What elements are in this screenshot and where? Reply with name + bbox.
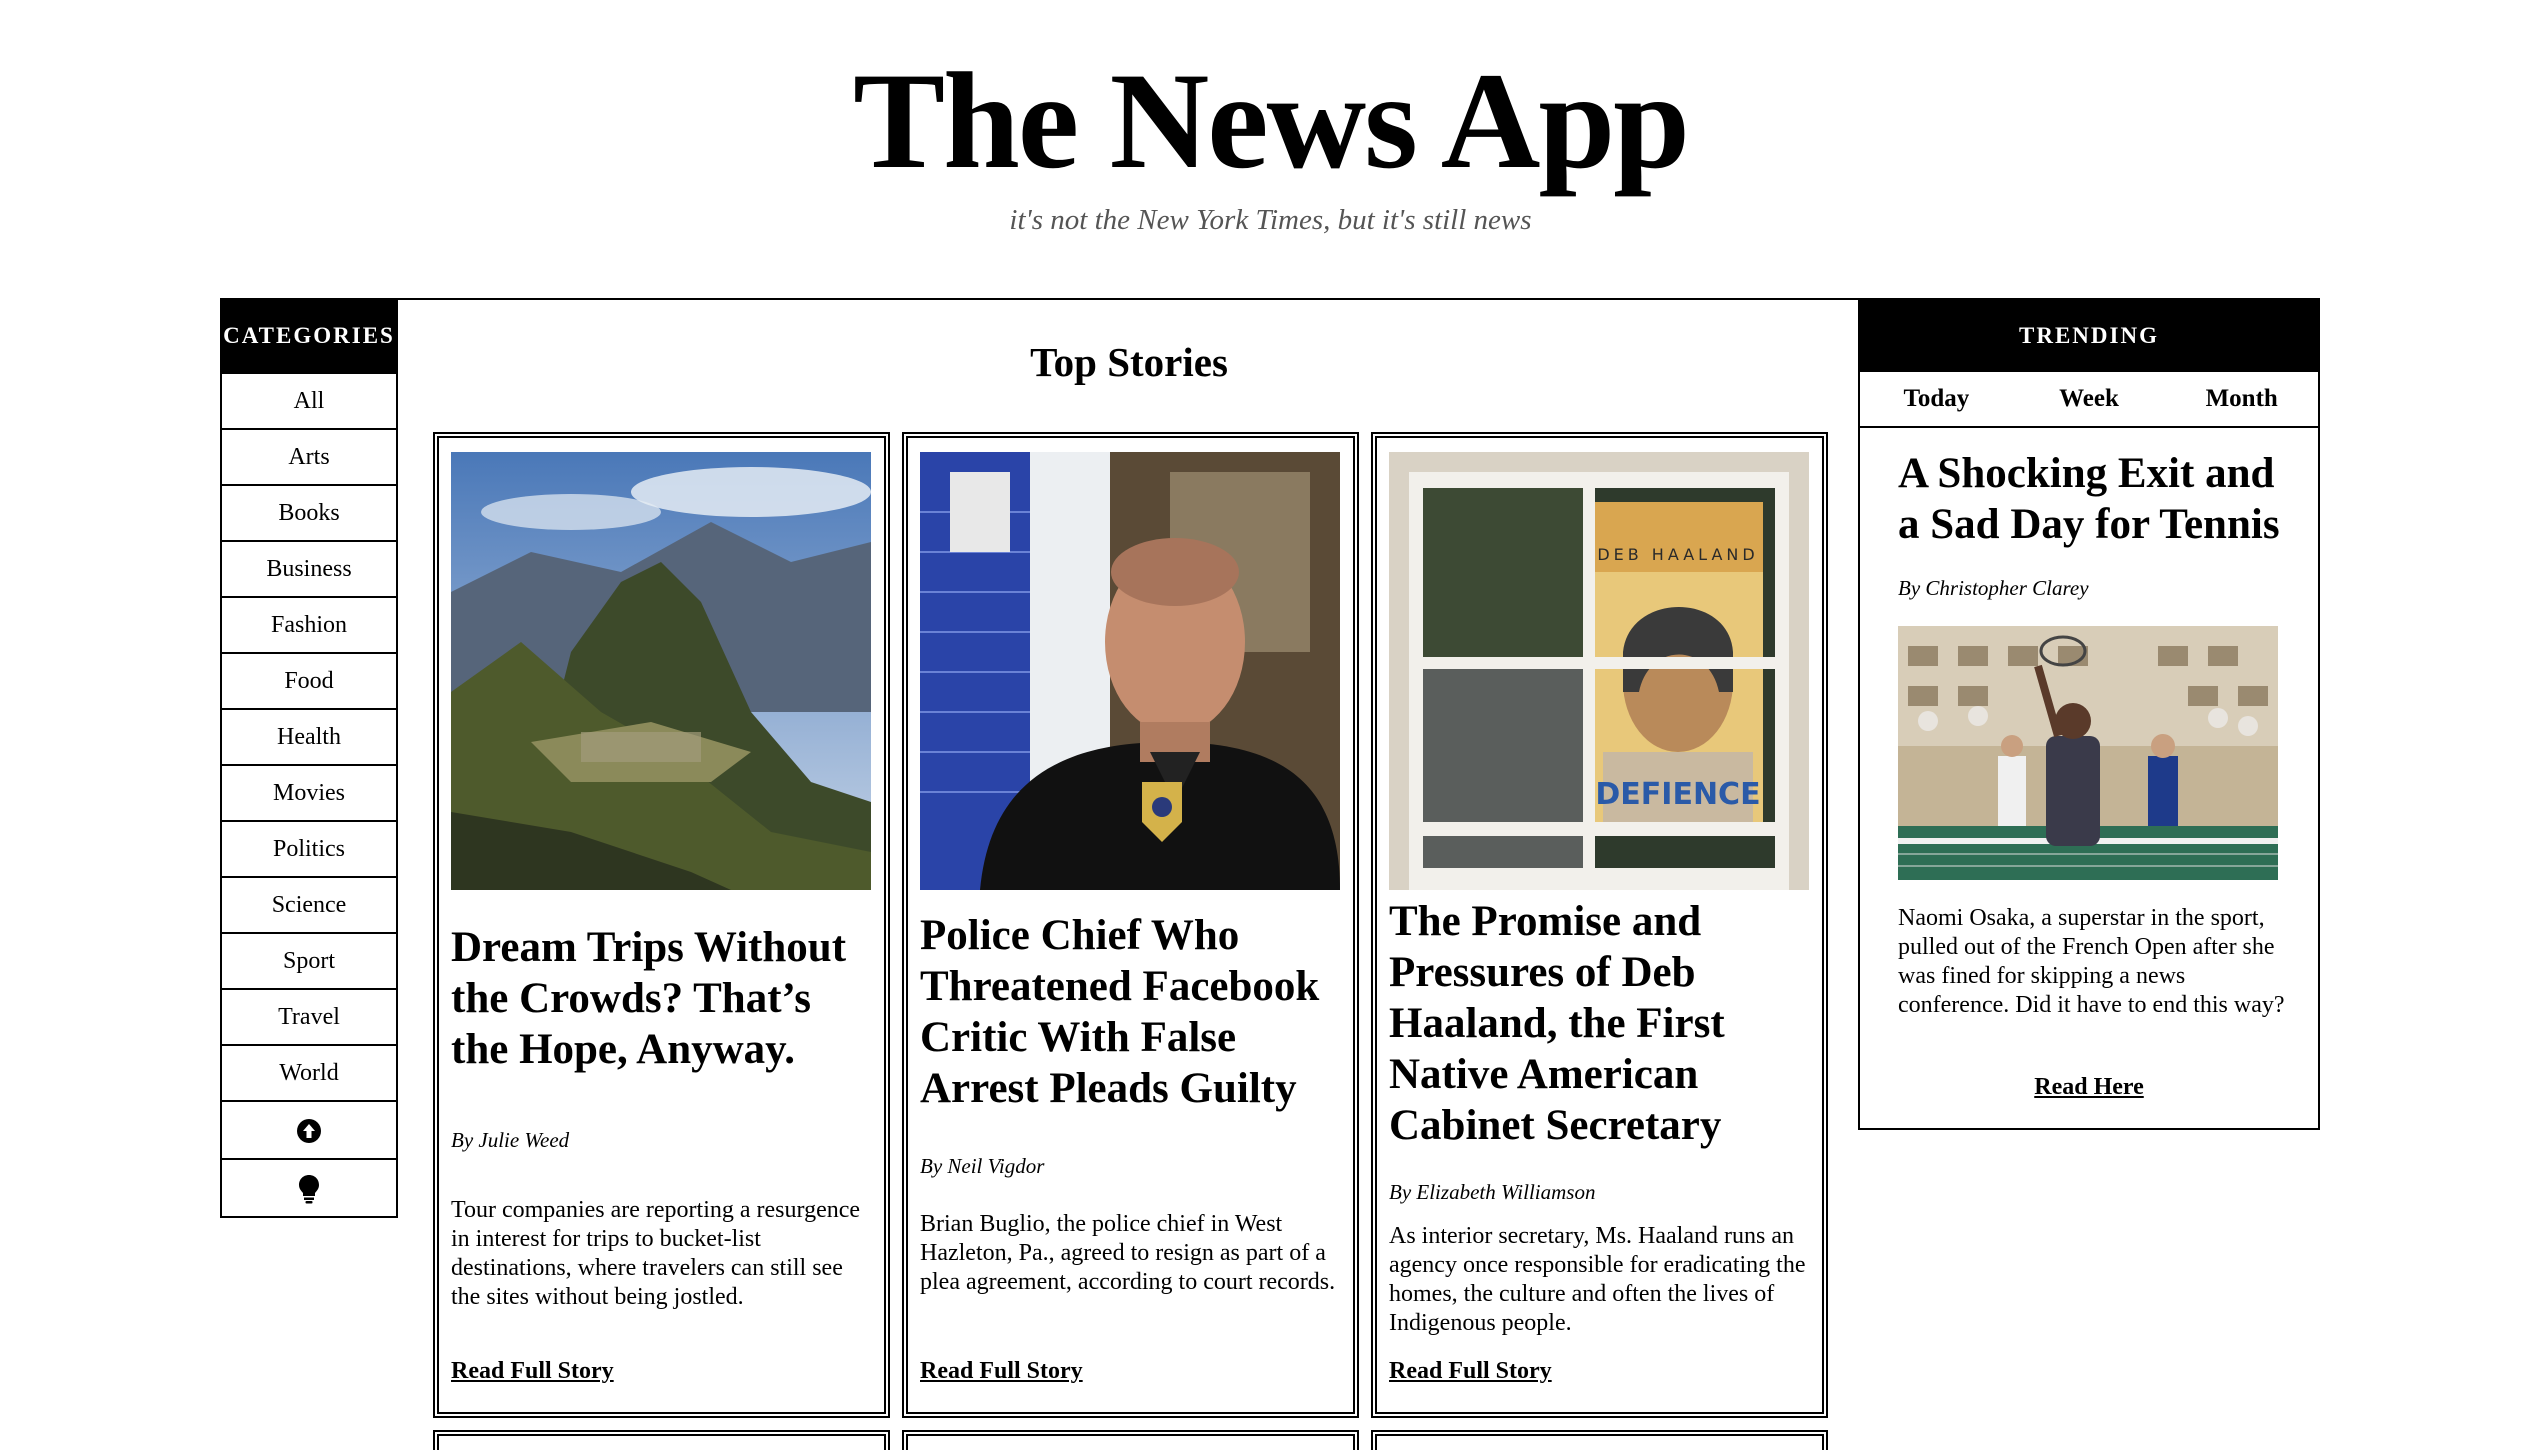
category-fashion[interactable]: Fashion <box>222 596 396 652</box>
site-title: The News App <box>853 44 1690 197</box>
category-movies[interactable]: Movies <box>222 764 396 820</box>
trending-headline[interactable]: A Shocking Exit and a Sad Day for Tennis <box>1898 448 2298 550</box>
read-full-story-link[interactable]: Read Full Story <box>920 1358 1083 1385</box>
story-summary: As interior secretary, Ms. Haaland runs … <box>1389 1223 1806 1336</box>
category-travel[interactable]: Travel <box>222 988 396 1044</box>
category-all[interactable]: All <box>222 372 396 428</box>
trending-summary: Naomi Osaka, a superstar in the sport, p… <box>1898 905 2285 1018</box>
story-summary: Tour companies are reporting a resurgenc… <box>451 1197 861 1310</box>
tab-month[interactable]: Month <box>2165 372 2318 426</box>
read-full-story-link[interactable]: Read Full Story <box>451 1358 614 1385</box>
story-headline[interactable]: Police Chief Who Threatened Facebook Cri… <box>920 910 1345 1114</box>
category-books[interactable]: Books <box>222 484 396 540</box>
site-tagline: it's not the New York Times, but it's st… <box>1009 204 1532 236</box>
read-here-link[interactable]: Read Here <box>1860 1074 2318 1101</box>
trending-heading: TRENDING <box>1860 300 2318 372</box>
theme-toggle-button[interactable] <box>222 1158 396 1216</box>
story-card: Police Chief Who Threatened Facebook Cri… <box>902 432 1359 1418</box>
police-chief-photo <box>920 452 1340 890</box>
category-politics[interactable]: Politics <box>222 820 396 876</box>
poster-top-text: DEB HAALAND <box>1597 545 1758 564</box>
story-card <box>433 1430 890 1450</box>
scroll-top-button[interactable] <box>222 1100 396 1158</box>
tab-today[interactable]: Today <box>1860 372 2013 426</box>
category-sport[interactable]: Sport <box>222 932 396 988</box>
trending-tabs: Today Week Month <box>1860 372 2318 428</box>
story-byline: By Neil Vigdor <box>920 1154 1045 1178</box>
categories-heading: CATEGORIES <box>222 300 396 372</box>
category-arts[interactable]: Arts <box>222 428 396 484</box>
story-summary: Brian Buglio, the police chief in West H… <box>920 1211 1336 1295</box>
poster-bottom-text: DEFIENCE <box>1595 777 1760 812</box>
story-card: DEB HAALAND DEFIENCE The Promise and Pre… <box>1371 432 1828 1418</box>
category-business[interactable]: Business <box>222 540 396 596</box>
read-full-story-link[interactable]: Read Full Story <box>1389 1358 1552 1385</box>
categories-sidebar: CATEGORIES All Arts Books Business Fashi… <box>220 298 398 1218</box>
story-card: Dream Trips Without the Crowds? That’s t… <box>433 432 890 1418</box>
category-health[interactable]: Health <box>222 708 396 764</box>
tab-week[interactable]: Week <box>2013 372 2166 426</box>
tennis-player-photo <box>1898 626 2278 880</box>
window-poster-photo: DEB HAALAND DEFIENCE <box>1389 452 1809 890</box>
category-world[interactable]: World <box>222 1044 396 1100</box>
category-food[interactable]: Food <box>222 652 396 708</box>
story-headline[interactable]: Dream Trips Without the Crowds? That’s t… <box>451 922 876 1075</box>
trending-byline: By Christopher Clarey <box>1898 576 2089 600</box>
trending-panel: TRENDING Today Week Month A Shocking Exi… <box>1858 298 2320 1130</box>
lightbulb-icon <box>299 1175 319 1204</box>
story-card <box>902 1430 1359 1450</box>
story-headline[interactable]: The Promise and Pressures of Deb Haaland… <box>1389 896 1814 1151</box>
mountain-ruins-photo <box>451 452 871 890</box>
story-byline: By Elizabeth Williamson <box>1389 1180 1596 1204</box>
story-card <box>1371 1430 1828 1450</box>
arrow-up-circle-icon <box>297 1119 321 1144</box>
story-byline: By Julie Weed <box>451 1128 570 1152</box>
top-stories-heading: Top Stories <box>1030 339 1228 385</box>
category-science[interactable]: Science <box>222 876 396 932</box>
